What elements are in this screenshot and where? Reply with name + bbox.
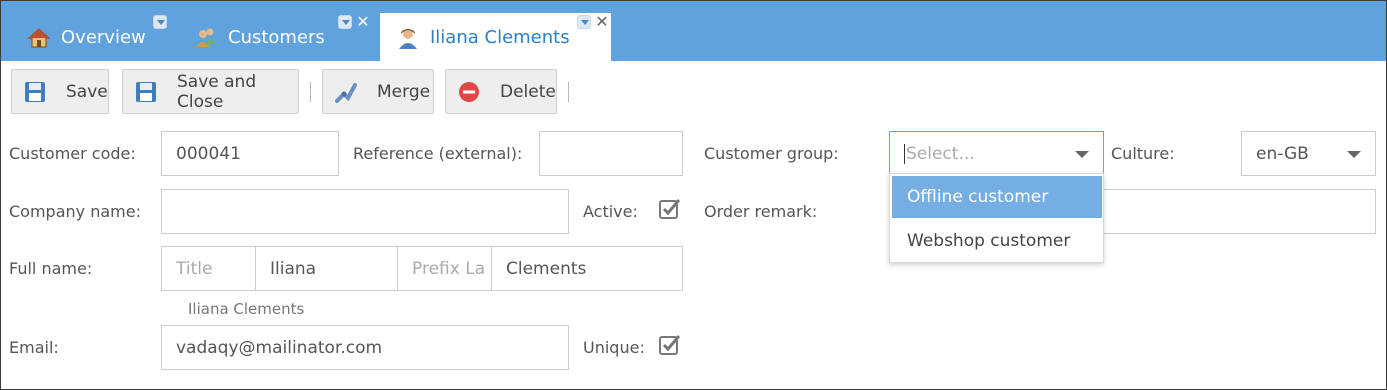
checkbox-checked-icon [659,335,681,355]
customers-icon [194,26,218,50]
toolbar-divider [568,82,569,102]
customer-code-label: Customer code: [9,144,136,163]
customer-group-placeholder: Select... [906,143,975,164]
active-label: Active: [583,202,638,221]
tab-label: Overview [61,27,146,48]
tab-overview-menu-icon[interactable] [153,15,167,29]
tab-label: Customers [228,27,325,48]
reference-external-label: Reference (external): [353,144,523,163]
last-name-input[interactable]: Clements [491,246,683,291]
customer-group-select[interactable]: Select... [889,131,1104,176]
dropdown-option-webshop-customer[interactable]: Webshop customer [892,220,1102,262]
last-name-value: Clements [506,258,587,279]
dropdown-option-offline-customer[interactable]: Offline customer [892,176,1102,218]
customer-code-value: 000041 [176,143,241,164]
option-label: Webshop customer [907,231,1071,251]
text-cursor [904,143,905,164]
tab-bar: Overview Customers ✕ Iliana Clements ✕ [1,1,1386,62]
culture-label: Culture: [1111,144,1175,163]
tab-iliana-clements-close-icon[interactable]: ✕ [595,14,609,30]
culture-select[interactable]: en-GB [1241,131,1376,176]
tab-customers-close-icon[interactable]: ✕ [356,14,370,30]
floppy-disk-icon [24,81,46,103]
user-icon [396,26,420,50]
customer-group-dropdown: Offline customer Webshop customer [889,173,1104,263]
email-value: vadaqy@mailinator.com [176,337,383,358]
merge-icon [335,81,357,103]
prefix-last-name-input[interactable]: Prefix La [397,246,492,291]
prefix-placeholder: Prefix La [412,258,486,279]
first-name-value: Iliana [270,258,317,279]
tab-iliana-clements-menu-icon[interactable] [577,15,591,29]
save-label: Save [66,81,108,102]
full-name-label: Full name: [9,259,93,278]
delete-label: Delete [500,81,556,102]
chevron-down-icon [1075,151,1089,158]
floppy-disk-icon [135,81,157,103]
toolbar-divider [310,82,311,102]
save-and-close-button[interactable]: Save and Close [122,69,299,114]
tab-customers-menu-icon[interactable] [338,15,352,29]
home-icon [27,26,51,50]
merge-button[interactable]: Merge [322,69,434,114]
title-placeholder: Title [176,258,213,279]
tab-label: Iliana Clements [430,27,570,48]
active-checkbox[interactable] [659,198,681,220]
unique-checkbox[interactable] [659,334,681,356]
delete-icon [458,81,480,103]
reference-external-input[interactable] [539,131,683,176]
culture-value: en-GB [1256,143,1309,164]
customer-group-label: Customer group: [704,144,839,163]
company-name-input[interactable] [161,189,569,234]
save-and-close-label: Save and Close [177,71,257,112]
delete-button[interactable]: Delete [445,69,557,114]
chevron-down-icon [1347,151,1361,158]
save-button[interactable]: Save [11,69,109,114]
full-name-preview: Iliana Clements [188,300,305,318]
title-input[interactable]: Title [161,246,256,291]
unique-label: Unique: [583,338,645,357]
customer-code-input[interactable]: 000041 [161,131,339,176]
merge-label: Merge [377,81,431,102]
tab-overview[interactable]: Overview [27,13,146,62]
company-name-label: Company name: [9,202,141,221]
checkbox-checked-icon [659,199,681,219]
order-remark-label: Order remark: [704,202,818,221]
email-label: Email: [9,338,59,357]
email-input[interactable]: vadaqy@mailinator.com [161,325,569,370]
option-label: Offline customer [907,187,1049,207]
first-name-input[interactable]: Iliana [255,246,398,291]
tab-customers[interactable]: Customers [194,13,325,62]
